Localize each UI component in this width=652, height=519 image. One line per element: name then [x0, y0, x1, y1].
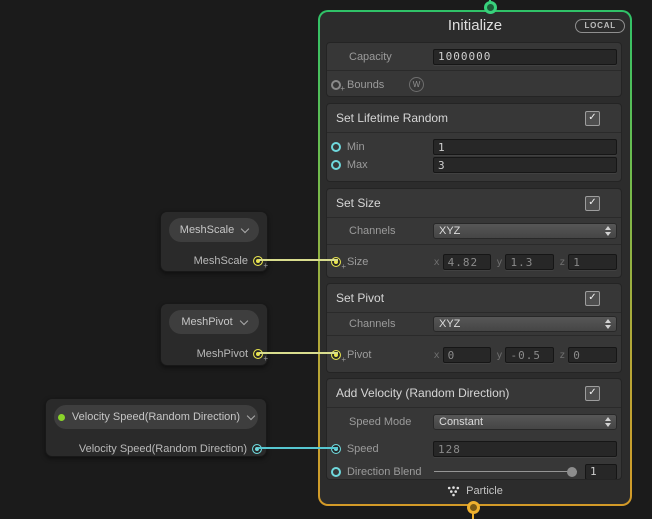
- dropdown-arrows-icon: [605, 226, 611, 236]
- context-footer: Particle: [320, 485, 630, 497]
- bounds-label: Bounds: [347, 78, 385, 91]
- y-prefix: y: [496, 349, 503, 361]
- particle-icon: [448, 485, 460, 496]
- x-prefix: x: [433, 256, 440, 268]
- block-title: Set Pivot: [336, 291, 385, 305]
- velocity-speed-node[interactable]: Velocity Speed(Random Direction) Velocit…: [45, 398, 267, 457]
- block-title: Add Velocity (Random Direction): [336, 386, 510, 400]
- block-enabled-checkbox[interactable]: ✓: [585, 385, 600, 401]
- chevron-down-icon: [239, 316, 248, 325]
- direction-blend-label: Direction Blend: [346, 465, 422, 478]
- channels-dropdown[interactable]: XYZ: [433, 316, 617, 332]
- velocity-speed-node-header[interactable]: Velocity Speed(Random Direction): [54, 405, 258, 429]
- direction-blend-port[interactable]: [331, 466, 341, 477]
- slider-track: [433, 471, 577, 472]
- max-field[interactable]: 3: [433, 157, 617, 173]
- space-badge[interactable]: LOCAL: [575, 19, 625, 33]
- expand-plus-icon: +: [263, 261, 268, 270]
- capacity-label: Capacity: [349, 50, 392, 63]
- speed-mode-dropdown[interactable]: Constant: [433, 414, 617, 430]
- output-label: Velocity Speed(Random Direction): [78, 443, 247, 455]
- pivot-x-field[interactable]: 0: [442, 347, 492, 363]
- size-y-field[interactable]: 1.3: [505, 254, 555, 270]
- meshscale-output-port[interactable]: +: [253, 256, 268, 270]
- chevron-down-icon: [246, 411, 256, 420]
- channels-label: Channels: [349, 225, 396, 237]
- set-lifetime-random-block[interactable]: Set Lifetime Random ✓ Min 1 Max 3: [326, 103, 622, 182]
- edge-meshscale-to-size[interactable]: [259, 259, 338, 261]
- min-port[interactable]: [331, 142, 341, 152]
- max-label: Max: [346, 159, 368, 171]
- meshscale-node-header[interactable]: MeshScale: [169, 218, 259, 242]
- exposed-property-dot-icon: [57, 413, 65, 421]
- dropdown-arrows-icon: [605, 417, 611, 427]
- min-label: Min: [346, 141, 365, 153]
- y-prefix: y: [496, 256, 503, 268]
- size-label: Size: [346, 256, 369, 268]
- flow-input-port[interactable]: [484, 1, 497, 14]
- particle-label: Particle: [466, 485, 503, 497]
- add-velocity-block[interactable]: Add Velocity (Random Direction) ✓ Speed …: [326, 378, 622, 480]
- node-title: MeshPivot: [181, 316, 233, 328]
- set-pivot-block[interactable]: Set Pivot ✓ Channels XYZ + Pivot x 0 y -…: [326, 283, 622, 373]
- initialize-context-body: Initialize LOCAL Capacity 1000000 + Boun…: [320, 12, 630, 504]
- meshpivot-node-header[interactable]: MeshPivot: [169, 310, 259, 334]
- size-z-field[interactable]: 1: [568, 254, 617, 270]
- system-settings-block[interactable]: Capacity 1000000 + Bounds W: [326, 42, 622, 97]
- expand-plus-icon: +: [340, 83, 345, 93]
- speed-label: Speed: [346, 443, 379, 455]
- dropdown-value: Constant: [439, 416, 484, 428]
- world-space-badge[interactable]: W: [409, 77, 424, 92]
- meshscale-node[interactable]: MeshScale MeshScale +: [160, 211, 268, 272]
- speed-field[interactable]: 128: [433, 441, 617, 457]
- max-port[interactable]: [331, 160, 341, 170]
- bounds-port[interactable]: +: [331, 79, 345, 93]
- channels-label: Channels: [349, 318, 396, 330]
- direction-blend-slider[interactable]: [433, 466, 577, 478]
- z-prefix: z: [559, 349, 566, 361]
- z-prefix: z: [559, 256, 566, 268]
- initialize-context-node[interactable]: Initialize LOCAL Capacity 1000000 + Boun…: [318, 10, 632, 506]
- set-size-block[interactable]: Set Size ✓ Channels XYZ + Size x 4.82 y …: [326, 188, 622, 278]
- expand-plus-icon: +: [341, 355, 346, 364]
- node-title: Velocity Speed(Random Direction): [71, 411, 241, 423]
- block-enabled-checkbox[interactable]: ✓: [585, 195, 600, 211]
- meshpivot-output-port[interactable]: +: [253, 349, 268, 363]
- block-enabled-checkbox[interactable]: ✓: [585, 290, 600, 306]
- output-label: MeshScale: [193, 255, 248, 267]
- dropdown-value: XYZ: [439, 318, 461, 330]
- pivot-label: Pivot: [346, 349, 372, 361]
- direction-blend-field[interactable]: 1: [585, 463, 617, 479]
- x-prefix: x: [433, 349, 440, 361]
- dropdown-arrows-icon: [605, 319, 611, 329]
- speed-mode-label: Speed Mode: [349, 416, 412, 428]
- chevron-down-icon: [240, 224, 250, 233]
- slider-handle[interactable]: [567, 466, 577, 477]
- vfx-graph-canvas[interactable]: Initialize LOCAL Capacity 1000000 + Boun…: [0, 0, 652, 519]
- block-title: Set Lifetime Random: [336, 111, 449, 125]
- node-title: MeshScale: [179, 224, 235, 236]
- block-title: Set Size: [336, 196, 381, 210]
- edge-meshpivot-to-pivot[interactable]: [259, 352, 338, 354]
- flow-output-port[interactable]: [467, 501, 480, 514]
- dropdown-value: XYZ: [439, 225, 461, 237]
- output-label: MeshPivot: [196, 348, 248, 360]
- capacity-field[interactable]: 1000000: [433, 48, 617, 65]
- size-x-field[interactable]: 4.82: [442, 254, 492, 270]
- channels-dropdown[interactable]: XYZ: [433, 223, 617, 239]
- min-field[interactable]: 1: [433, 139, 617, 155]
- pivot-y-field[interactable]: -0.5: [505, 347, 555, 363]
- meshpivot-node[interactable]: MeshPivot MeshPivot +: [160, 303, 268, 366]
- expand-plus-icon: +: [341, 262, 346, 271]
- edge-velocityspeed-to-speed[interactable]: [258, 447, 338, 449]
- block-enabled-checkbox[interactable]: ✓: [585, 110, 600, 126]
- velocity-speed-output-port[interactable]: [252, 444, 262, 454]
- pivot-z-field[interactable]: 0: [568, 347, 617, 363]
- speed-input-port[interactable]: [331, 444, 341, 454]
- expand-plus-icon: +: [263, 354, 268, 363]
